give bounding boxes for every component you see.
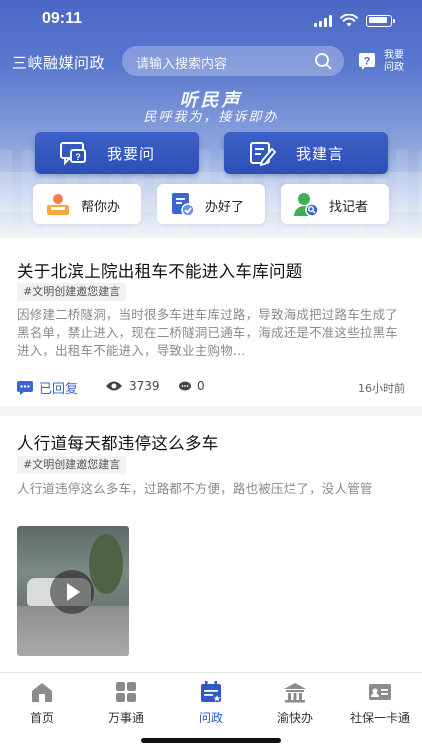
eye-icon	[106, 381, 122, 391]
post-card[interactable]: 关于北滨上院出租车不能进入车库问题 #文明创建邀您建言 因修建二桥隧洞，当时很多…	[0, 238, 422, 406]
suggest-label: 我建言	[296, 145, 345, 163]
svg-text:?: ?	[75, 152, 81, 162]
post-meta: 已回复 3739 0 16小时前	[17, 378, 405, 398]
tab-inquiry[interactable]: 问政	[169, 679, 253, 725]
grid-icon	[116, 682, 136, 702]
reply-status: 已回复	[17, 378, 78, 397]
play-icon[interactable]	[50, 570, 94, 614]
hero-banner: 09:11 三峡融媒问政 请输入搜索内容 ? 我要问政 听民声 民呼我为，接诉即…	[0, 0, 422, 238]
tab-home-label: 首页	[29, 711, 54, 725]
find-reporter-button[interactable]: 找记者	[281, 184, 389, 224]
card-icon	[369, 684, 391, 700]
home-indicator	[141, 738, 281, 743]
post-title[interactable]: 人行道每天都违停这么多车	[17, 430, 219, 454]
comment-icon	[179, 381, 191, 390]
tab-inquiry-label: 问政	[198, 711, 223, 725]
app-title: 三峡融媒问政	[12, 54, 106, 72]
search-input[interactable]: 请输入搜索内容	[122, 46, 344, 76]
post-excerpt: 因修建二桥隧洞，当时很多车进车库过路，导致海成把过路车生成了黑名单，禁止进入，现…	[17, 307, 399, 358]
top-bar: 三峡融媒问政 请输入搜索内容 ? 我要问政	[0, 44, 422, 80]
comment-bubble-icon	[17, 380, 33, 395]
tab-social-security-card-label: 社保一卡通	[349, 711, 410, 725]
tab-home[interactable]: 首页	[0, 679, 84, 725]
ask-question-label: 我要问	[107, 145, 156, 163]
ask-gov-label: 我要问政	[384, 50, 404, 73]
status-bar: 09:11	[0, 0, 422, 44]
video-thumbnail[interactable]	[17, 526, 129, 656]
view-count-value: 3739	[129, 379, 160, 393]
chat-question-icon: ?	[60, 142, 86, 166]
post-time: 16小时前	[358, 382, 405, 395]
help-you-button[interactable]: 帮你办	[33, 184, 141, 224]
checked-document-icon	[172, 193, 195, 217]
help-you-label: 帮你办	[81, 200, 121, 215]
search-icon[interactable]	[314, 52, 332, 70]
svg-text:?: ?	[364, 56, 371, 68]
calendar-icon	[201, 681, 221, 702]
comment-count-value: 0	[197, 379, 205, 393]
tab-yukuaiban-label: 渝快办	[276, 711, 313, 725]
banner-subslogan: 民呼我为，接诉即办	[143, 110, 279, 125]
search-placeholder: 请输入搜索内容	[136, 57, 228, 72]
helper-person-icon	[47, 194, 69, 215]
thumbnail-tree	[89, 534, 123, 594]
tab-services-label: 万事通	[107, 711, 144, 725]
wifi-icon	[340, 14, 358, 27]
done-button[interactable]: 办好了	[157, 184, 265, 224]
ask-gov-button[interactable]: ? 我要问政	[356, 46, 412, 78]
battery-icon	[366, 14, 395, 27]
home-icon	[32, 683, 52, 702]
building-icon	[284, 683, 306, 703]
edit-document-icon	[250, 142, 276, 166]
question-icon: ?	[359, 53, 375, 70]
post-tag[interactable]: #文明创建邀您建言	[17, 456, 127, 474]
view-count: 3739	[105, 379, 160, 393]
ask-question-button[interactable]: ? 我要问	[35, 132, 199, 174]
reply-status-label: 已回复	[39, 382, 79, 397]
comment-count: 0	[179, 379, 205, 393]
suggest-button[interactable]: 我建言	[224, 132, 388, 174]
status-icons	[314, 14, 395, 27]
reporter-person-icon	[294, 193, 319, 217]
signal-icon	[314, 14, 332, 27]
done-label: 办好了	[205, 200, 245, 215]
post-card[interactable]: 人行道每天都违停这么多车 #文明创建邀您建言 人行道违停这么多车，过路都不方便，…	[0, 416, 422, 680]
post-tag[interactable]: #文明创建邀您建言	[17, 283, 127, 301]
find-reporter-label: 找记者	[329, 200, 369, 215]
tab-yukuaiban[interactable]: 渝快办	[253, 679, 337, 725]
tab-social-security-card[interactable]: 社保一卡通	[338, 679, 422, 725]
post-title[interactable]: 关于北滨上院出租车不能进入车库问题	[17, 258, 303, 282]
post-excerpt: 人行道违停这么多车，过路都不方便，路也被压烂了，没人管管	[17, 481, 373, 496]
status-time: 09:11	[42, 10, 83, 27]
tab-services[interactable]: 万事通	[84, 679, 168, 725]
